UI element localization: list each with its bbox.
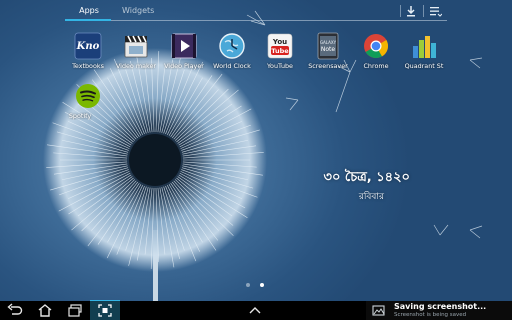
notification-title: Saving screenshot...: [394, 302, 487, 311]
spotify-icon: [76, 84, 100, 108]
app-label: Quadrant St: [404, 62, 444, 70]
svg-text:You: You: [272, 38, 287, 46]
svg-text:Tube: Tube: [271, 47, 289, 55]
download-icon[interactable]: [404, 4, 418, 18]
separator: [400, 5, 401, 17]
tab-widgets[interactable]: Widgets: [122, 3, 156, 19]
clock-date[interactable]: ৩০ চৈত্র, ১৪২০: [300, 168, 411, 189]
active-tab-indicator: [65, 19, 111, 21]
app-drawer-tabbar: Apps Widgets: [0, 0, 512, 22]
chrome-icon: [364, 34, 389, 59]
galaxy-note-icon: GALAXY Note: [317, 32, 339, 60]
separator: [423, 5, 424, 17]
tabbar-divider: [65, 20, 447, 21]
recent-apps-icon[interactable]: [66, 303, 84, 318]
page-indicator-dot: [246, 283, 250, 287]
svg-text:Kno: Kno: [76, 41, 100, 52]
screenshot-icon[interactable]: [96, 303, 114, 318]
svg-text:GALAXY: GALAXY: [320, 40, 337, 45]
overflow-menu-icon[interactable]: [428, 4, 442, 18]
youtube-icon: You Tube: [267, 33, 293, 59]
chevron-up-icon[interactable]: [246, 303, 264, 318]
svg-text:Note: Note: [321, 46, 336, 53]
globe-clock-icon: [219, 33, 245, 59]
home-screen: Apps Widgets Kno Textbooks Video maker V…: [0, 0, 512, 320]
clapperboard-icon: [124, 35, 148, 58]
tab-apps[interactable]: Apps: [78, 3, 100, 19]
app-spotify[interactable]: Spotify: [60, 82, 116, 128]
home-icon[interactable]: [36, 303, 54, 318]
bar-chart-icon: [413, 36, 436, 58]
play-icon: [171, 33, 197, 59]
back-icon[interactable]: [6, 303, 24, 318]
app-label: Spotify: [68, 112, 92, 120]
app-quadrant-standard[interactable]: Quadrant St: [396, 32, 452, 78]
page-indicator-dot-active: [260, 283, 264, 287]
notification-subtitle: Screenshot is being saved: [394, 312, 467, 318]
image-icon: [370, 303, 388, 318]
clock-weekday: রবিবার: [358, 192, 384, 202]
textbooks-icon: Kno: [74, 32, 102, 60]
